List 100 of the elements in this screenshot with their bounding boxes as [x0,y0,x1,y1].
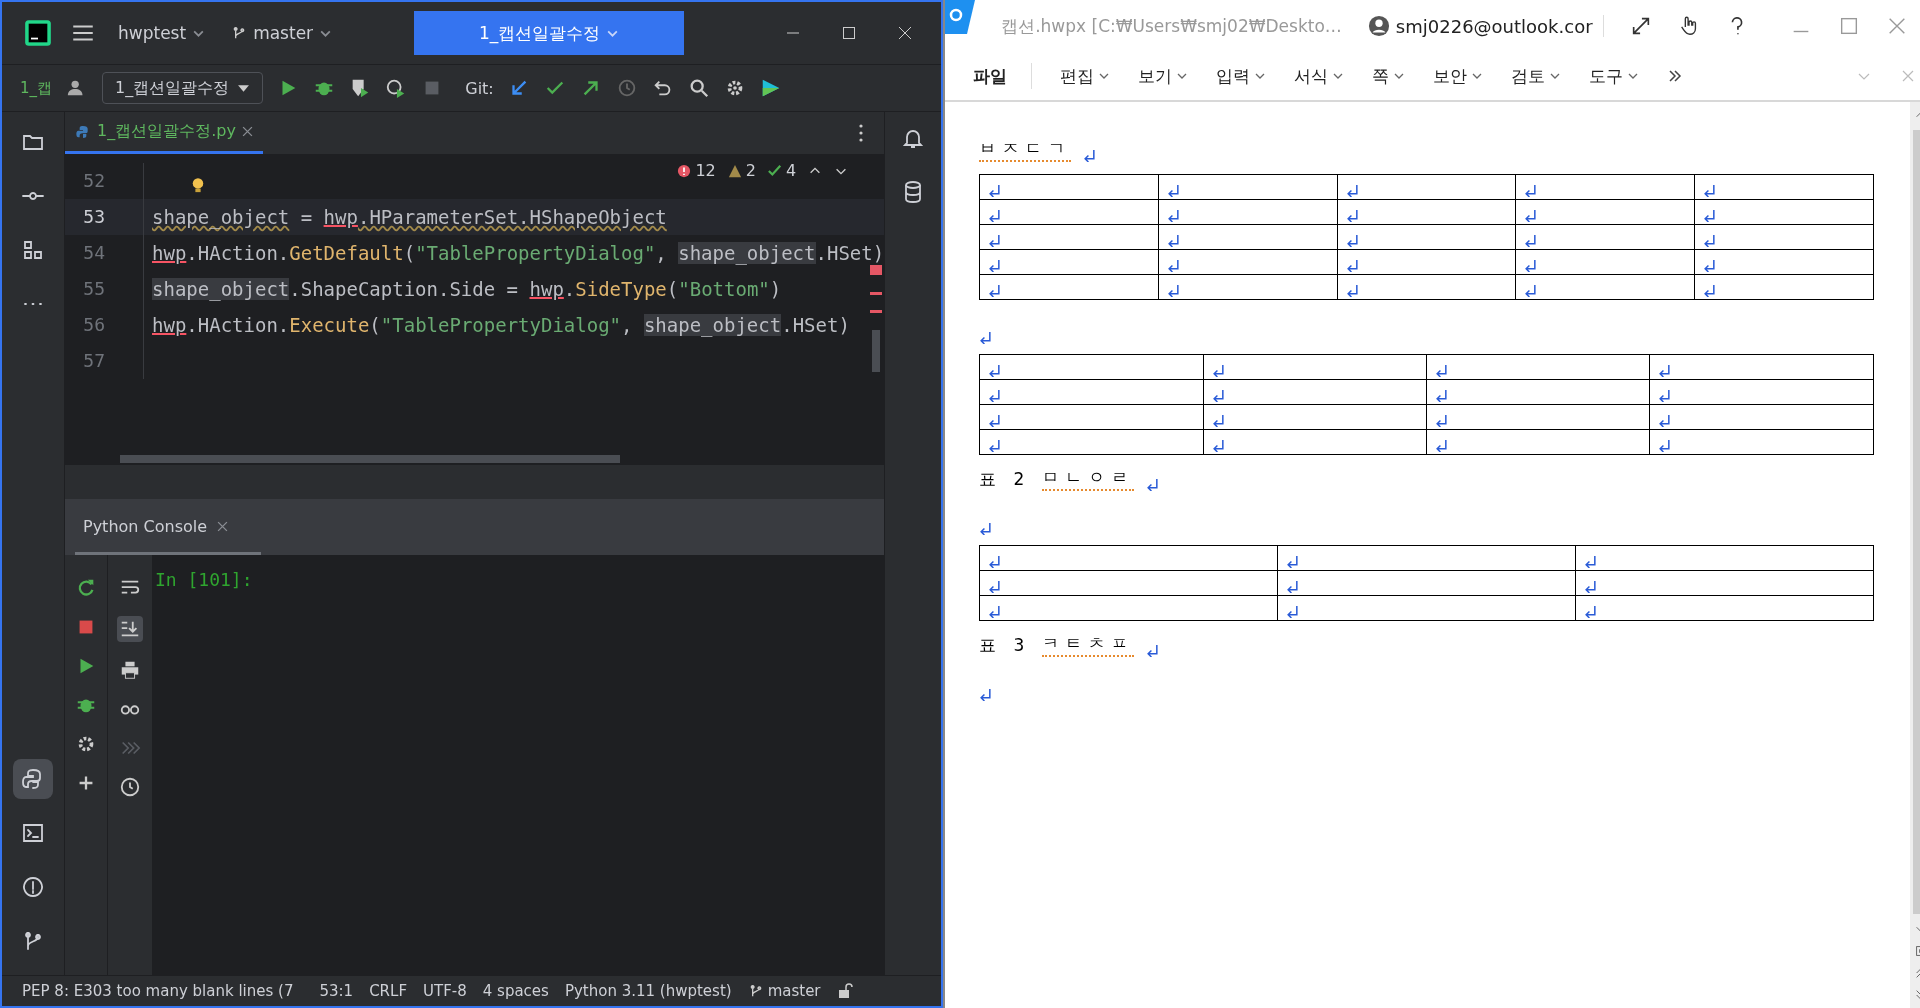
check-icon [767,163,782,178]
paragraph-mark-icon [1211,439,1225,452]
paragraph-mark-icon [988,439,1002,452]
status-item[interactable]: 4 spaces [482,982,549,1000]
menu-item[interactable]: 보안 [1433,64,1484,88]
status-item[interactable]: Python 3.11 (hwptest) [564,982,732,1000]
menu-item[interactable]: 서식 [1294,64,1345,88]
menu-item[interactable]: 파일 [973,64,1008,88]
menu-item[interactable]: 편집 [1060,64,1111,88]
menu-item[interactable]: 보기 [1138,64,1189,88]
caption-text: ㅋㅌㅊㅍ [1042,632,1135,657]
python-file-icon [75,123,91,140]
paragraph-mark-icon [1524,284,1538,297]
error-icon [677,163,692,178]
paragraph-mark-icon [988,259,1002,272]
code-line: hwp.HAction.Execute("TablePropertyDialog", shape_object.HSet) [151,314,850,336]
status-item[interactable]: PEP 8: E303 too many blank lines (7 [22,982,294,1000]
paragraph-mark-icon [1211,414,1225,427]
paragraph-mark-icon [1146,478,1160,491]
paragraph-mark-icon [1345,259,1359,272]
paragraph-mark-icon [1658,414,1672,427]
paragraph-mark-icon [1524,209,1538,222]
code-line: shape_object.ShapeCaption.Side = hwp.SideType("Bottom") [151,278,782,300]
code-line: shape_object = hwp.HParameterSet.HShapeObject [151,206,667,228]
error-stripe-mark[interactable] [870,265,883,275]
menu-item[interactable]: 입력 [1216,64,1267,88]
run-configuration-tab[interactable]: 1_캡션일괄수정 [414,11,685,55]
run-config-dropdown[interactable]: 1_캡션일괄수정 [102,72,264,104]
window-title: 캡션.hwpx [C:₩Users₩smj02₩Deskto… [1001,14,1342,38]
project-dropdown[interactable]: hwptest [114,19,210,47]
paragraph-mark-icon [1702,284,1716,297]
branch-status[interactable]: master [747,982,821,1000]
warning-icon [727,163,742,178]
branch-dropdown[interactable]: master [227,19,337,47]
python-tool-icon[interactable] [13,759,53,799]
paragraph-mark-icon [979,331,993,344]
more-options-icon[interactable] [858,123,865,143]
paragraph-mark-icon [1524,184,1538,197]
paragraph-mark-icon [1434,439,1448,452]
paragraph-mark-icon [1658,364,1672,377]
paragraph-mark-icon [1434,414,1448,427]
line-number: 55 [65,271,144,307]
line-number: 56 [65,307,144,343]
paragraph-mark-icon [1524,259,1538,272]
paragraph-mark-icon [988,234,1002,247]
console-prompt: In [101]: [155,569,253,590]
status-item[interactable]: UTF-8 [423,982,467,1000]
paragraph-mark-icon [988,580,1002,593]
paragraph-mark-icon [1702,234,1716,247]
git-label: Git: [465,78,494,98]
paragraph-mark-icon [1166,284,1180,297]
more-menus-icon[interactable] [1667,68,1684,84]
caption-text: ㅁㄴㅇㄹ [1042,466,1135,491]
status-item[interactable]: 53:1 [319,982,354,1000]
paragraph-mark-icon [988,555,1002,568]
weak-warning-count[interactable]: 4 [767,161,797,180]
status-item[interactable]: CRLF [369,982,407,1000]
paragraph-mark-icon [988,389,1002,402]
error-stripe-mark[interactable] [870,310,883,313]
paragraph-mark-icon [1285,605,1299,618]
lock-icon[interactable] [836,983,853,999]
account-button[interactable]: smj0226@outlook.cor [1367,15,1604,37]
warning-count[interactable]: 2 [727,161,756,180]
paragraph-mark-icon [1285,580,1299,593]
paragraph-mark-icon [1345,209,1359,222]
horizontal-scrollbar[interactable] [120,455,620,463]
paragraph-mark-icon [1211,364,1225,377]
maximize-icon[interactable] [841,25,858,41]
paragraph-mark-icon [1345,234,1359,247]
error-count[interactable]: 12 [677,161,716,180]
close-icon[interactable] [897,25,914,41]
menu-item[interactable]: 쪽 [1372,64,1406,88]
paragraph-mark-icon [1434,389,1448,402]
project-name[interactable]: 1_캡 [20,78,53,98]
paragraph-mark-icon [1583,605,1597,618]
paragraph-mark-icon [1166,234,1180,247]
paragraph-mark-icon [1702,259,1716,272]
paragraph-mark-icon [1702,209,1716,222]
paragraph-mark-icon [1702,184,1716,197]
paragraph-mark-icon [988,209,1002,222]
paragraph-mark-icon [988,184,1002,197]
pycharm-logo-icon[interactable] [24,19,52,47]
paragraph-mark-icon [1166,259,1180,272]
paragraph-mark-icon [988,414,1002,427]
caption-label: 표 3 [979,634,1031,657]
paragraph-mark-icon [1345,284,1359,297]
error-stripe-mark[interactable] [870,292,883,295]
clock-icon[interactable] [119,776,141,798]
menu-item[interactable]: 도구 [1589,64,1640,88]
paragraph-mark-icon [988,284,1002,297]
menu-item[interactable]: 검토 [1511,64,1562,88]
paragraph-mark-icon [1658,389,1672,402]
close-icon[interactable] [241,126,253,137]
print-icon[interactable] [119,659,141,681]
caption-text: ㅂㅈㄷㄱ [979,137,1072,162]
lightbulb-icon[interactable] [191,177,205,195]
scroll-to-end-icon[interactable] [117,616,143,642]
paragraph-mark-icon [1658,439,1672,452]
paragraph-mark-icon [979,522,993,535]
code-line: hwp.HAction.GetDefault("TablePropertyDialog", shape_object.HSet) [151,242,885,264]
